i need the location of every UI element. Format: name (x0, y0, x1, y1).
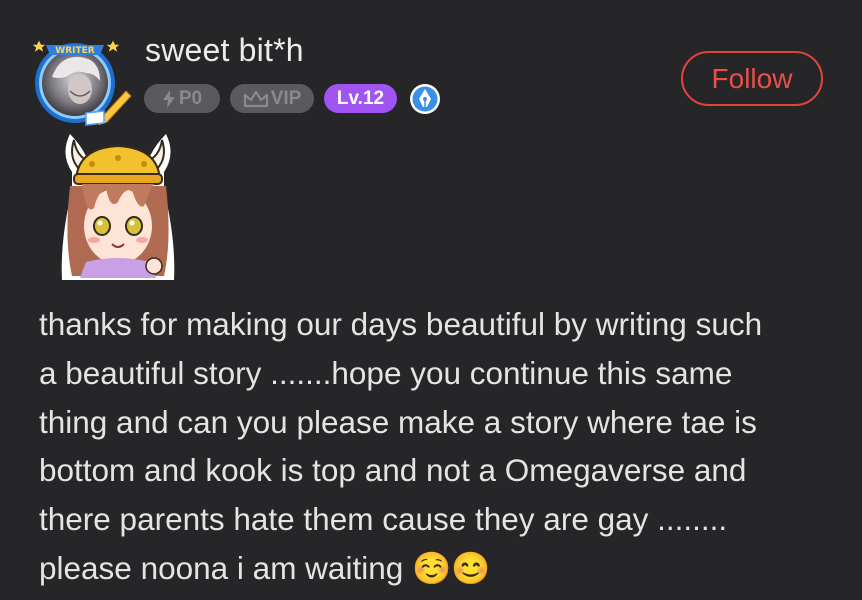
comment-text: thanks for making our days beautiful by … (39, 306, 763, 586)
avatar-icon: WRITER (32, 40, 132, 126)
level-badge[interactable]: Lv.12 (324, 84, 397, 113)
viking-girl-sticker (52, 130, 182, 286)
po-badge[interactable]: P0 (144, 84, 220, 113)
username[interactable]: sweet bit*h (145, 32, 304, 69)
badge-row: P0 VIP Lv.12 (144, 83, 441, 114)
writer-badge[interactable] (409, 83, 441, 115)
comment-card: WRITER sweet bit*h P0 VIP Lv.12 Follow t… (0, 0, 862, 600)
pen-nib-icon (410, 83, 440, 114)
svg-text:WRITER: WRITER (55, 46, 94, 56)
lightning-icon (162, 89, 175, 108)
sticker-icon (61, 134, 175, 280)
crown-icon (243, 90, 268, 107)
vip-badge-label: VIP (270, 87, 302, 109)
user-avatar[interactable]: WRITER (30, 33, 134, 127)
follow-button[interactable]: Follow (681, 51, 823, 106)
po-badge-label: P0 (178, 87, 203, 109)
vip-badge[interactable]: VIP (230, 84, 314, 113)
